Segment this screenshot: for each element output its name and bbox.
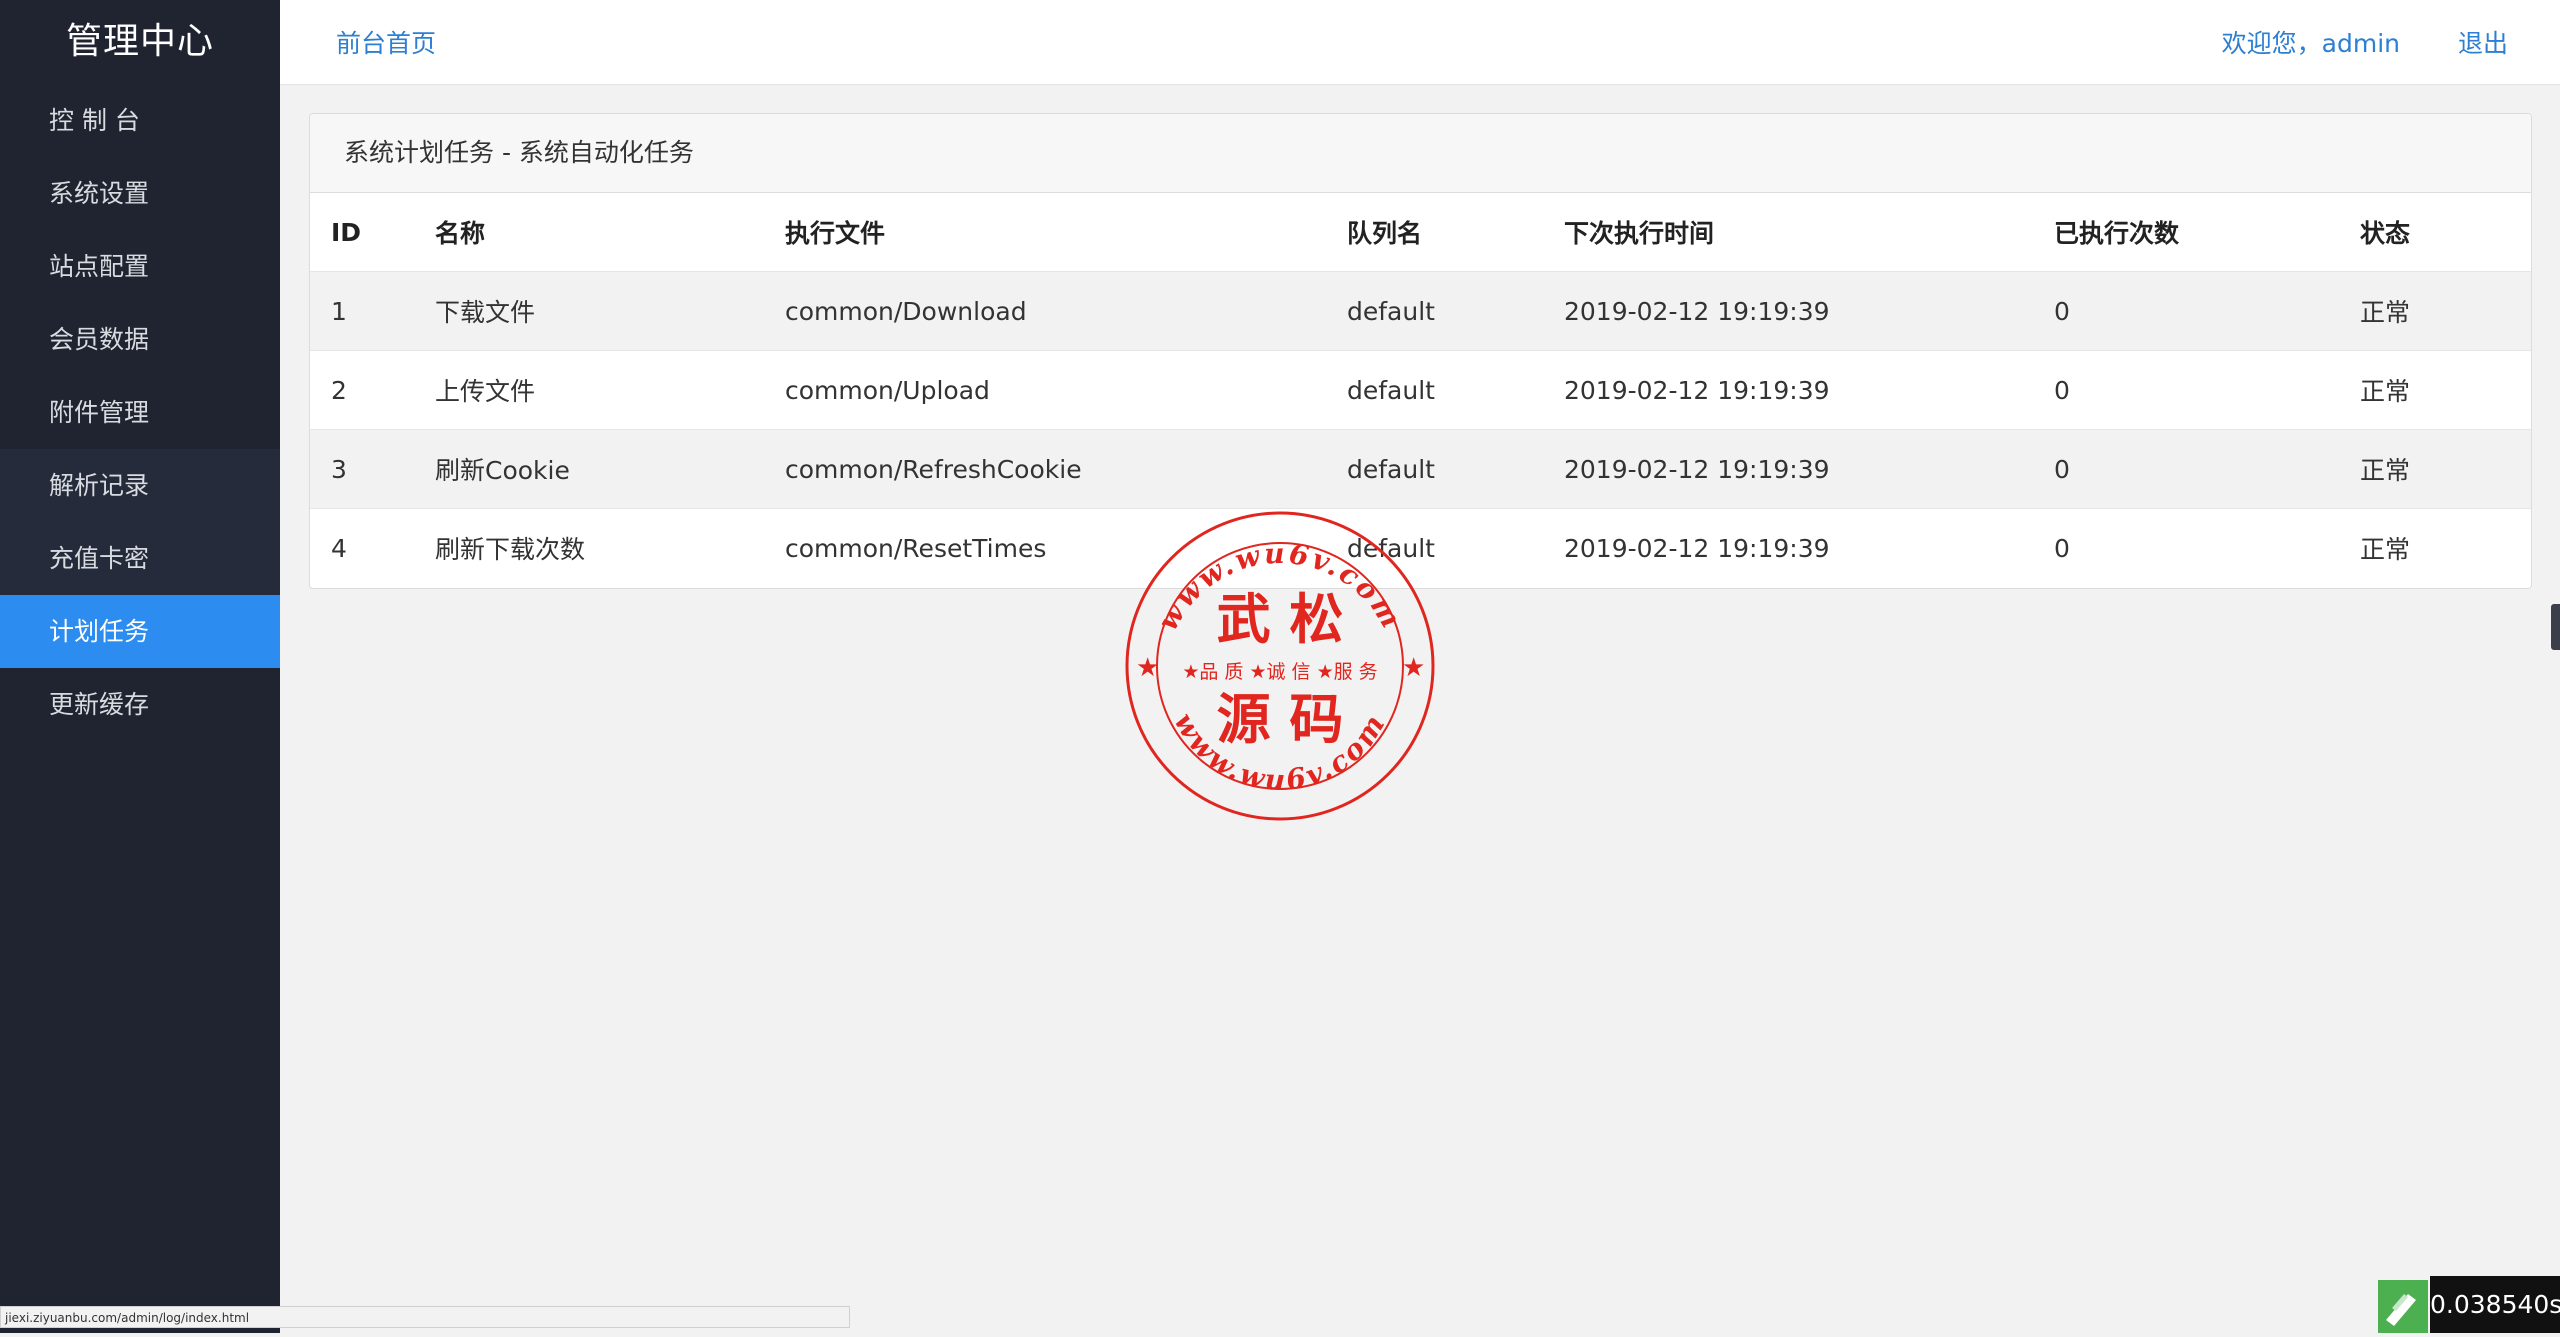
watermark-bottom-text: www.wu6v.com [1168,707,1390,797]
svg-text:www.wu6v.com: www.wu6v.com [1168,707,1393,797]
sidebar-item-recharge-cards[interactable]: 充值卡密 [0,522,280,595]
cell-next-run: 2019-02-12 19:19:39 [1564,533,1830,563]
top-header: 前台首页 欢迎您，admin 退出 [280,0,2560,85]
sidebar-item-update-cache[interactable]: 更新缓存 [0,668,280,741]
watermark-right-star-icon: ★ [1402,653,1425,683]
frontend-home-link[interactable]: 前台首页 [336,24,436,60]
cell-run-count: 0 [2054,350,2360,430]
cell-run-count: 0 [2054,429,2360,509]
column-header-id: ID [310,193,435,272]
brand-title: 管理中心 [65,21,214,62]
cell-file: common/Download [785,271,1347,351]
sidebar: 管理中心 控 制 台 系统设置 站点配置 会员数据 附件管理 解析记录 充值卡密… [0,0,280,1333]
table-row: 4 刷新下载次数 common/ResetTimes default 2019-… [310,509,2531,588]
column-header-run-count: 已执行次数 [2054,193,2360,272]
cell-run-count: 0 [2054,533,2070,563]
watermark-left-star-icon: ★ [1136,653,1159,683]
cell-queue: default [1347,271,1564,351]
browser-status-url: jiexi.ziyuanbu.com/admin/log/index.html [0,1306,850,1328]
cell-next-run: 2019-02-12 19:19:39 [1564,429,2054,509]
cell-queue: default [1347,533,1435,563]
cell-file: common/ResetTimes [785,533,1047,563]
cell-name: 下载文件 [435,271,785,351]
tasks-panel: 系统计划任务 - 系统自动化任务 ID 名称 执行文件 队列名 下次执行时间 已… [309,113,2532,589]
cell-status: 正常 [2360,350,2531,430]
column-header-status: 状态 [2360,193,2531,272]
table-row: 2 上传文件 common/Upload default 2019-02-12 … [310,350,2531,430]
sidebar-item-system-settings[interactable]: 系统设置 [0,157,280,230]
watermark-line2: 源 码 [1217,688,1344,751]
cell-status: 正常 [2360,271,2531,351]
watermark-line1: 武 松 [1217,588,1344,651]
debug-logo-icon[interactable] [2378,1280,2428,1333]
logout-link[interactable]: 退出 [2458,24,2508,60]
column-header-next-run: 下次执行时间 [1564,193,2054,272]
cell-id: 1 [310,271,435,351]
cell-next-run: 2019-02-12 19:19:39 [1564,350,2054,430]
cell-next-run: 2019-02-12 19:19:39 [1564,271,2054,351]
column-header-name: 名称 [435,193,785,272]
cell-id: 3 [310,429,435,509]
sidebar-item-scheduled-tasks[interactable]: 计划任务 [0,595,280,668]
cell-status: 正常 [2360,535,2411,564]
debug-timer[interactable]: 0.038540s [2430,1276,2560,1333]
tasks-table: ID 名称 执行文件 队列名 下次执行时间 已执行次数 状态 1 下载文件 co… [310,193,2531,587]
cell-id: 4 [331,533,347,563]
table-row: 3 刷新Cookie common/RefreshCookie default … [310,429,2531,509]
column-header-queue: 队列名 [1347,193,1564,272]
cell-file: common/RefreshCookie [785,429,1347,509]
sidebar-item-parse-records[interactable]: 解析记录 [0,449,280,522]
cell-queue: default [1347,429,1564,509]
sidebar-item-console[interactable]: 控 制 台 [0,84,280,157]
cell-file: common/Upload [785,350,1347,430]
table-header-row: ID 名称 执行文件 队列名 下次执行时间 已执行次数 状态 [310,193,2531,272]
table-row: 1 下载文件 common/Download default 2019-02-1… [310,271,2531,351]
watermark-middle: ★品 质 ★诚 信 ★服 务 [1182,661,1377,683]
sidebar-item-site-config[interactable]: 站点配置 [0,230,280,303]
cell-id: 2 [310,350,435,430]
cell-queue: default [1347,350,1564,430]
cell-name: 刷新下载次数 [435,535,586,564]
cell-status: 正常 [2360,429,2531,509]
welcome-user-link[interactable]: 欢迎您，admin [2222,24,2400,60]
cell-name: 刷新Cookie [435,429,785,509]
sidebar-item-attachments[interactable]: 附件管理 [0,376,280,449]
column-header-file: 执行文件 [785,193,1347,272]
cell-run-count: 0 [2054,271,2360,351]
panel-title: 系统计划任务 - 系统自动化任务 [310,114,2531,193]
sidebar-item-member-data[interactable]: 会员数据 [0,303,280,376]
cell-name: 上传文件 [435,350,785,430]
scrollbar-handle[interactable] [2551,604,2560,650]
